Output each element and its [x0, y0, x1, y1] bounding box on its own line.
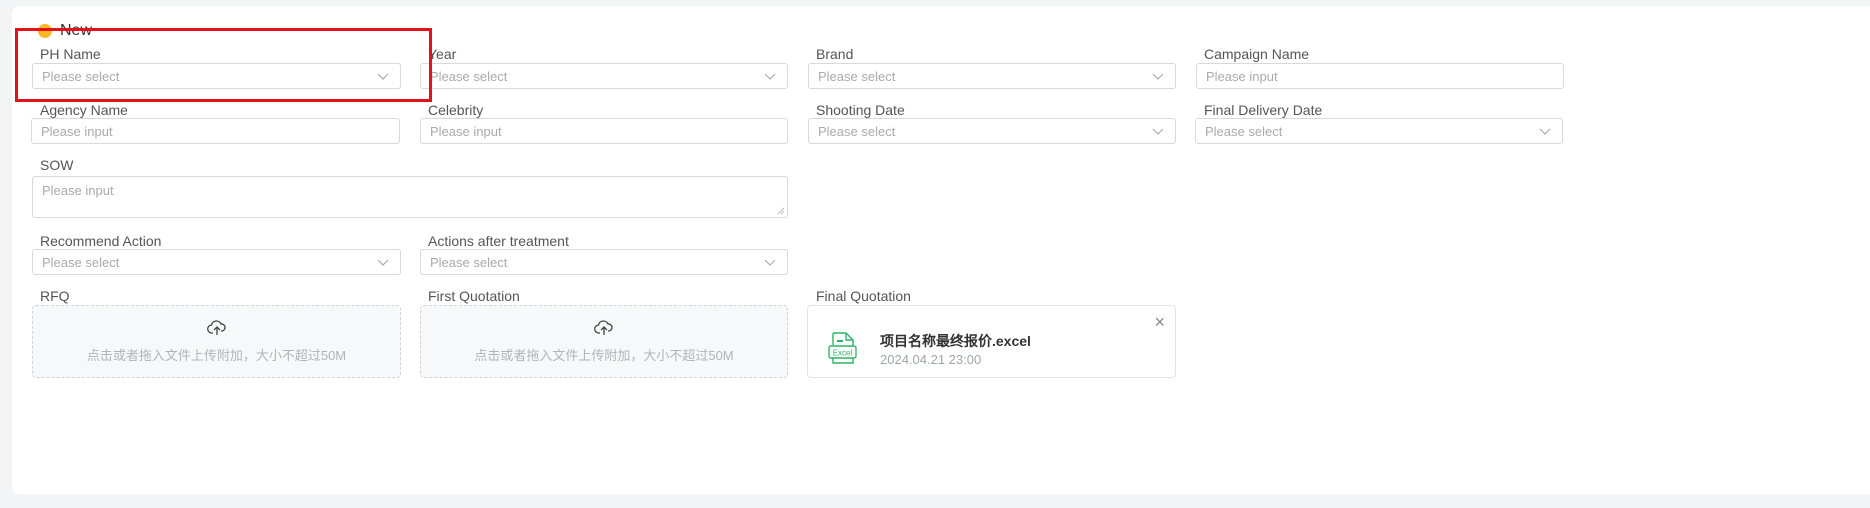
- cloud-upload-icon: [594, 320, 613, 335]
- chevron-down-icon: [1152, 128, 1164, 135]
- rfq-upload-dropzone[interactable]: 点击或者拖入文件上传附加，大小不超过50M: [32, 305, 401, 378]
- actions-after-treatment-label: Actions after treatment: [428, 233, 569, 249]
- chevron-down-icon: [377, 259, 389, 266]
- highlight-box: [15, 28, 432, 102]
- agency-name-input[interactable]: Please input: [31, 118, 400, 144]
- file-date: 2024.04.21 23:00: [880, 352, 982, 367]
- close-icon[interactable]: ×: [1154, 312, 1165, 333]
- first-quotation-label: First Quotation: [428, 288, 520, 304]
- recommend-action-label: Recommend Action: [40, 233, 162, 249]
- rfq-label: RFQ: [40, 288, 70, 304]
- first-quotation-upload-hint: 点击或者拖入文件上传附加，大小不超过50M: [474, 348, 734, 363]
- brand-select[interactable]: Please select: [808, 63, 1176, 89]
- year-select[interactable]: Please select: [420, 63, 788, 89]
- campaign-name-label: Campaign Name: [1204, 46, 1310, 62]
- celebrity-label: Celebrity: [428, 102, 484, 118]
- chevron-down-icon: [764, 259, 776, 266]
- year-label: Year: [428, 46, 457, 62]
- final-quotation-label: Final Quotation: [816, 288, 911, 304]
- excel-file-icon: Excel: [828, 332, 857, 364]
- actions-after-treatment-select[interactable]: Please select: [420, 249, 788, 275]
- file-name[interactable]: 项目名称最终报价.excel: [880, 331, 1031, 351]
- sow-textarea[interactable]: Please input: [32, 176, 788, 218]
- agency-name-label: Agency Name: [40, 102, 128, 118]
- shooting-date-label: Shooting Date: [816, 102, 905, 118]
- resize-handle-icon[interactable]: [777, 207, 785, 215]
- final-quotation-file-card[interactable]: Excel 项目名称最终报价.excel 2024.04.21 23:00 ×: [807, 305, 1176, 378]
- sow-label: SOW: [40, 157, 74, 173]
- chevron-down-icon: [764, 73, 776, 80]
- shooting-date-select[interactable]: Please select: [808, 118, 1176, 144]
- brand-label: Brand: [816, 46, 854, 62]
- svg-text:Excel: Excel: [833, 349, 853, 358]
- campaign-name-input[interactable]: Please input: [1196, 63, 1564, 89]
- chevron-down-icon: [1539, 128, 1551, 135]
- chevron-down-icon: [1152, 73, 1164, 80]
- recommend-action-select[interactable]: Please select: [32, 249, 401, 275]
- final-delivery-date-label: Final Delivery Date: [1204, 102, 1323, 118]
- rfq-upload-hint: 点击或者拖入文件上传附加，大小不超过50M: [86, 348, 347, 363]
- first-quotation-upload-dropzone[interactable]: 点击或者拖入文件上传附加，大小不超过50M: [420, 305, 788, 378]
- celebrity-input[interactable]: Please input: [420, 118, 788, 144]
- cloud-upload-icon: [206, 320, 226, 335]
- final-delivery-date-select[interactable]: Please select: [1195, 118, 1563, 144]
